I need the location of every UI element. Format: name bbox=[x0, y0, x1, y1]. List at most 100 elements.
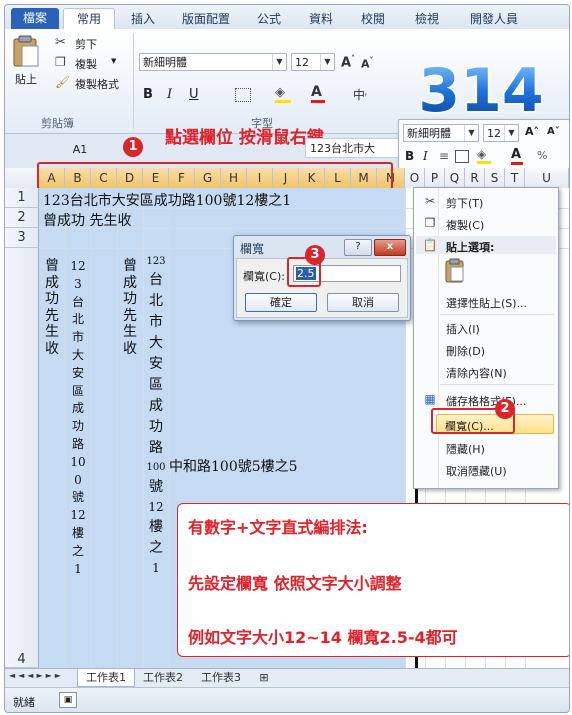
paste-option-button[interactable] bbox=[444, 258, 468, 284]
menu-item-insert[interactable]: 插入(I) bbox=[416, 318, 556, 336]
column-header-q[interactable]: Q bbox=[445, 168, 465, 188]
tab-page-layout[interactable]: 版面配置 bbox=[173, 9, 239, 29]
menu-item-delete[interactable]: 刪除(D) bbox=[416, 340, 556, 358]
grow-font-icon[interactable]: A˄ bbox=[341, 54, 355, 70]
paste-button[interactable]: 貼上 bbox=[11, 35, 47, 95]
shrink-font-icon[interactable]: A˅ bbox=[547, 126, 560, 137]
tab-developer[interactable]: 開發人員 bbox=[461, 9, 527, 29]
mini-font-combo[interactable]: 新細明體 ▼ bbox=[403, 124, 479, 142]
font-name-value: 新細明體 bbox=[143, 56, 187, 69]
phonetic-icon[interactable]: 中ᶠ bbox=[353, 86, 367, 103]
cell-a1[interactable]: 123台北市大安區成功路100號12樓之1 bbox=[43, 190, 291, 210]
tab-formulas[interactable]: 公式 bbox=[249, 9, 289, 29]
format-painter-label: 複製格式 bbox=[75, 78, 119, 91]
tab-data[interactable]: 資料 bbox=[301, 9, 341, 29]
paste-label: 貼上 bbox=[15, 73, 37, 86]
macro-record-icon[interactable]: ▣ bbox=[59, 692, 77, 708]
mini-bold-button[interactable]: B bbox=[405, 149, 414, 163]
column-header-s[interactable]: S bbox=[485, 168, 505, 188]
vertical-text-col-e[interactable]: 123 台 北 市 大 安 區 成 功 路 100 號 12 樓 之 1 bbox=[145, 254, 167, 578]
cut-button[interactable]: ✂ 剪下 bbox=[55, 35, 135, 51]
column-header-r[interactable]: R bbox=[465, 168, 485, 188]
select-all-corner[interactable] bbox=[5, 168, 39, 188]
menu-item-paste-options: 📋 貼上選項: bbox=[416, 236, 556, 254]
menu-item-hide[interactable]: 隱藏(H) bbox=[416, 438, 556, 456]
name-box[interactable]: A1 bbox=[45, 143, 115, 157]
row-header-4[interactable]: 4 bbox=[5, 248, 39, 668]
column-header-p[interactable]: P bbox=[425, 168, 445, 188]
paste-icon bbox=[13, 35, 39, 67]
sheet-tab-3[interactable]: 工作表3 bbox=[193, 669, 249, 686]
font-color-icon[interactable]: A bbox=[311, 84, 325, 103]
menu-item-paste-special[interactable]: 選擇性貼上(S)... bbox=[416, 292, 556, 310]
scissors-icon: ✂ bbox=[55, 35, 66, 50]
bold-button[interactable]: B bbox=[143, 87, 153, 102]
row-header-3[interactable]: 3 bbox=[5, 228, 39, 248]
chevron-down-icon[interactable]: ▼ bbox=[464, 125, 478, 141]
paste-icon bbox=[445, 258, 464, 283]
sheet-nav-arrows[interactable]: ◄◄◄►►► bbox=[9, 671, 64, 680]
italic-button[interactable]: I bbox=[167, 87, 172, 102]
status-ready: 就緒 bbox=[13, 696, 35, 709]
column-header-t[interactable]: T bbox=[505, 168, 525, 188]
column-header-u[interactable]: U bbox=[525, 168, 569, 188]
vertical-text-col-a[interactable]: 曾成功 先生收 bbox=[43, 258, 73, 357]
tab-insert[interactable]: 插入 bbox=[123, 9, 163, 29]
chevron-down-icon[interactable]: ▼ bbox=[272, 54, 286, 70]
row-header-2[interactable]: 2 bbox=[5, 208, 39, 228]
row-header-1[interactable]: 1 bbox=[5, 188, 39, 208]
menu-item-clear-contents[interactable]: 清除內容(N) bbox=[416, 362, 556, 380]
fill-color-icon[interactable]: ◈ bbox=[477, 147, 491, 164]
menu-item-unhide[interactable]: 取消隱藏(U) bbox=[416, 460, 556, 478]
mini-size-combo[interactable]: 12 ▼ bbox=[483, 124, 519, 142]
border-icon[interactable] bbox=[455, 150, 469, 163]
mini-font-value: 新細明體 bbox=[407, 127, 451, 140]
font-color-icon[interactable]: A bbox=[511, 147, 523, 165]
tab-home[interactable]: 常用 bbox=[63, 8, 115, 30]
sheet-tab-1[interactable]: 工作表1 bbox=[77, 669, 135, 687]
format-painter-button[interactable]: 🖌 複製格式 bbox=[55, 75, 135, 91]
vertical-text-col-d[interactable]: 曾成功 先生收 bbox=[121, 258, 151, 357]
border-icon[interactable] bbox=[235, 88, 251, 102]
mini-italic-button[interactable]: I bbox=[423, 149, 428, 163]
copy-icon: ❐ bbox=[424, 216, 436, 230]
menu-item-format-cells[interactable]: ▦ 儲存格格式(F)... bbox=[416, 390, 556, 408]
font-name-combo[interactable]: 新細明體 ▼ bbox=[139, 53, 287, 71]
mini-toolbar: 新細明體 ▼ 12 ▼ A˄ A˅ B I ≡ ◈ A % bbox=[398, 119, 569, 169]
column-header-o[interactable]: O bbox=[405, 168, 425, 188]
menu-item-copy[interactable]: ❐ 複製(C) bbox=[416, 214, 556, 232]
underline-button[interactable]: U bbox=[189, 87, 199, 102]
font-size-combo[interactable]: 12 ▼ bbox=[291, 53, 335, 71]
tab-file[interactable]: 檔案 bbox=[11, 8, 59, 29]
logo-314: 314 bbox=[417, 59, 545, 121]
cell-overflow-text[interactable]: 中和路100號5樓之5 bbox=[169, 456, 298, 476]
tab-review[interactable]: 校閱 bbox=[353, 9, 393, 29]
logo-text: 314 bbox=[418, 59, 543, 121]
insert-sheet-icon[interactable]: ⊞ bbox=[253, 669, 275, 686]
copy-button[interactable]: ❐ 複製 ▼ bbox=[55, 55, 135, 71]
font-size-value: 12 bbox=[295, 56, 309, 69]
fill-color-icon[interactable]: ◈ bbox=[275, 85, 291, 103]
sheet-tab-2[interactable]: 工作表2 bbox=[135, 669, 191, 686]
ok-button[interactable]: 確定 bbox=[245, 293, 317, 312]
number-format-icon[interactable]: % bbox=[537, 149, 547, 162]
scissors-icon: ✂ bbox=[424, 194, 436, 208]
sheet-tab-bar: ◄◄◄►►► 工作表1 工作表2 工作表3 ⊞ bbox=[5, 668, 569, 688]
context-menu: ✂ 剪下(T) ❐ 複製(C) 📋 貼上選項: 選擇性貼上(S)... 插入(I… bbox=[413, 187, 559, 489]
menu-item-cut[interactable]: ✂ 剪下(T) bbox=[416, 192, 556, 210]
cell-a2[interactable]: 曾成功 先生收 bbox=[43, 210, 131, 230]
tab-view[interactable]: 檢視 bbox=[407, 9, 447, 29]
shrink-font-icon[interactable]: A˅ bbox=[361, 56, 374, 71]
vertical-text-col-b[interactable]: 123台北市大安區成功路100號12樓之1 bbox=[70, 258, 86, 578]
copy-icon: ❐ bbox=[55, 55, 66, 69]
dialog-help-button[interactable]: ? bbox=[344, 239, 372, 256]
step-badge-3: 3 bbox=[305, 245, 325, 265]
cancel-button[interactable]: 取消 bbox=[327, 293, 399, 312]
ribbon-tab-bar: 檔案 常用 插入 版面配置 公式 資料 校閱 檢視 開發人員 bbox=[5, 5, 569, 30]
grow-font-icon[interactable]: A˄ bbox=[525, 125, 539, 138]
chevron-down-icon[interactable]: ▼ bbox=[320, 54, 334, 70]
align-center-icon[interactable]: ≡ bbox=[439, 149, 449, 163]
copy-label: 複製 bbox=[75, 58, 97, 71]
chevron-down-icon[interactable]: ▼ bbox=[504, 125, 518, 141]
dialog-close-button[interactable]: x bbox=[374, 239, 406, 256]
